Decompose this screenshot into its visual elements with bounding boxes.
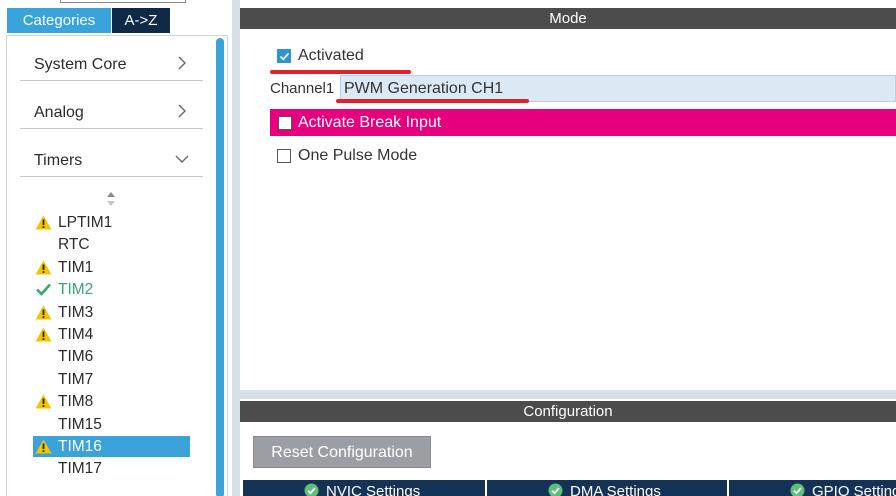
peripheral-item-lptim1[interactable]: LPTIM1 (33, 212, 190, 233)
mode-header: Mode (240, 8, 896, 29)
peripheral-label: TIM15 (58, 416, 102, 433)
channel1-select[interactable]: PWM Generation CH1 (340, 75, 896, 102)
peripheral-item-tim7[interactable]: TIM7 (33, 369, 190, 390)
checkbox-unchecked-icon (278, 116, 292, 130)
warning-icon (35, 439, 52, 454)
peripheral-item-tim8[interactable]: TIM8 (33, 391, 190, 412)
peripheral-label: TIM17 (58, 460, 102, 477)
category-timers[interactable]: Timers (20, 144, 203, 177)
warning-icon (35, 215, 52, 230)
left-panel: Categories A->Z System Core Analog Timer… (0, 0, 232, 496)
checkbox-unchecked-icon (277, 149, 291, 163)
tab-nvic-settings[interactable]: NVIC Settings (243, 480, 486, 496)
warning-icon (35, 260, 52, 275)
warning-icon (35, 394, 52, 409)
peripheral-label: TIM1 (58, 259, 94, 276)
channel1-label: Channel1 (270, 80, 335, 97)
peripheral-label: TIM2 (58, 281, 94, 298)
chevron-right-icon (175, 104, 189, 118)
check-circle-icon (790, 483, 805, 496)
category-label: System Core (34, 56, 127, 73)
peripheral-label: TIM4 (58, 326, 94, 343)
category-label: Timers (34, 152, 83, 169)
peripheral-item-tim1[interactable]: TIM1 (33, 257, 190, 278)
check-circle-icon (548, 483, 563, 496)
activated-label: Activated (298, 47, 364, 64)
annotation-underline (336, 99, 529, 103)
peripheral-item-rtc[interactable]: RTC (33, 234, 190, 255)
peripheral-label: TIM8 (58, 393, 94, 410)
warning-icon (35, 327, 52, 342)
category-analog[interactable]: Analog (20, 96, 203, 129)
tab-gpio-settings[interactable]: GPIO Settings (729, 480, 896, 496)
peripheral-label: RTC (58, 236, 90, 253)
chevron-down-icon (175, 152, 189, 166)
peripheral-item-tim16[interactable]: TIM16 (33, 436, 190, 457)
break-input-label: Activate Break Input (298, 114, 442, 131)
check-circle-icon (304, 483, 319, 496)
peripheral-item-tim4[interactable]: TIM4 (33, 324, 190, 345)
one-pulse-label: One Pulse Mode (298, 147, 418, 164)
tab-label: DMA Settings (570, 483, 661, 496)
peripheral-label: TIM3 (58, 304, 94, 321)
peripheral-label: TIM6 (58, 348, 94, 365)
tab-categories[interactable]: Categories (7, 8, 111, 33)
annotation-underline (270, 70, 411, 74)
peripheral-item-tim2[interactable]: TIM2 (33, 279, 190, 300)
category-label: Analog (34, 104, 84, 121)
peripheral-item-tim17[interactable]: TIM17 (33, 458, 190, 479)
tree-scrollbar[interactable] (216, 38, 224, 496)
tab-label: NVIC Settings (326, 483, 421, 496)
checkbox-checked-icon (277, 49, 291, 63)
vertical-splitter[interactable] (232, 0, 240, 496)
peripheral-item-tim15[interactable]: TIM15 (33, 414, 190, 435)
search-field[interactable] (60, 0, 186, 3)
peripheral-label: LPTIM1 (58, 214, 113, 231)
peripheral-label: TIM16 (58, 438, 102, 455)
category-system-core[interactable]: System Core (20, 48, 203, 81)
peripheral-item-tim3[interactable]: TIM3 (33, 302, 190, 323)
peripheral-label: TIM7 (58, 371, 94, 388)
reset-configuration-button[interactable]: Reset Configuration (253, 436, 431, 468)
peripheral-item-tim6[interactable]: TIM6 (33, 346, 190, 367)
tab-a-to-z[interactable]: A->Z (112, 8, 170, 33)
configuration-header: Configuration (240, 401, 896, 422)
check-icon (35, 282, 52, 297)
horizontal-splitter[interactable] (240, 390, 896, 399)
tab-label: GPIO Settings (812, 483, 896, 496)
tab-dma-settings[interactable]: DMA Settings (487, 480, 728, 496)
sort-icon[interactable] (105, 191, 117, 207)
activate-break-input-checkbox[interactable]: Activate Break Input (270, 109, 896, 136)
warning-icon (35, 305, 52, 320)
chevron-right-icon (175, 56, 189, 70)
